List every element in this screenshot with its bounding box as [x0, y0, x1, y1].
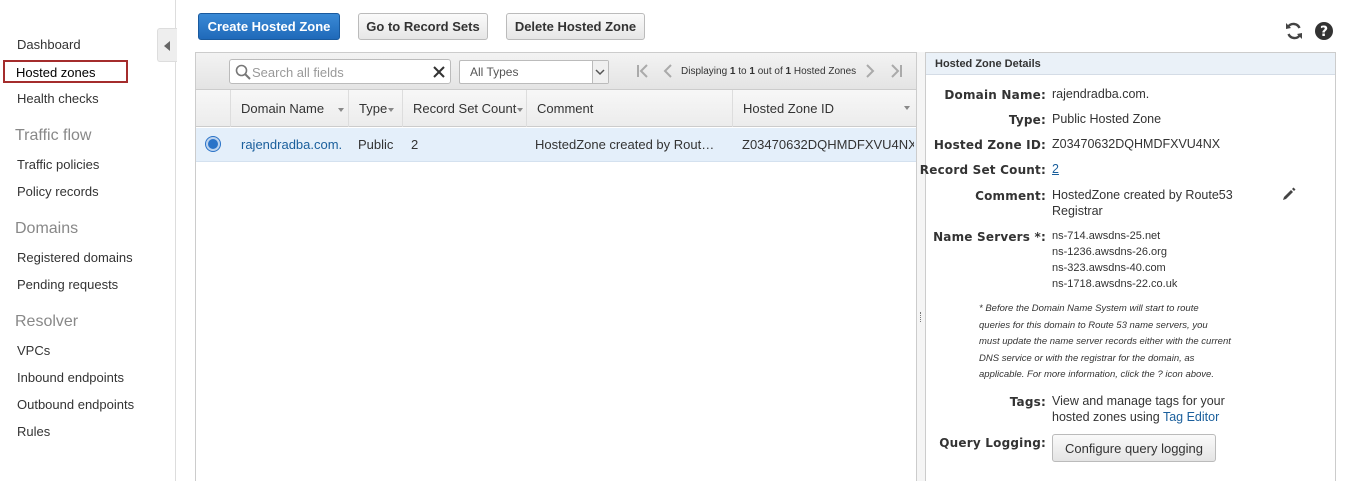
sidebar-item-policy-records[interactable]: Policy records	[17, 184, 99, 199]
sidebar: Dashboard Hosted zones Health checks Tra…	[0, 0, 176, 481]
comment-value-line2: Registrar	[1052, 204, 1103, 218]
sidebar-item-dashboard[interactable]: Dashboard	[17, 37, 81, 52]
create-hosted-zone-button[interactable]: Create Hosted Zone	[198, 13, 340, 40]
sidebar-item-hosted-zones[interactable]: Hosted zones	[3, 60, 128, 83]
grid-toolbar: Search all fields All Types Displaying 1…	[196, 53, 916, 90]
record-set-count-label: Record Set Count:	[919, 163, 1046, 177]
column-header-domain-name[interactable]: Domain Name	[230, 90, 348, 127]
sidebar-item-label: Hosted zones	[16, 65, 96, 80]
sort-caret-icon	[388, 107, 395, 112]
sidebar-item-rules[interactable]: Rules	[17, 424, 50, 439]
note-line: DNS service or with the registrar for th…	[979, 352, 1195, 364]
sidebar-item-pending-requests[interactable]: Pending requests	[17, 277, 118, 292]
tags-text-line2: hosted zones using Tag Editor	[1052, 410, 1219, 424]
previous-page-icon[interactable]	[659, 62, 677, 80]
delete-hosted-zone-button[interactable]: Delete Hosted Zone	[506, 13, 645, 40]
tags-text-line1: View and manage tags for your	[1052, 394, 1225, 408]
search-icon	[235, 64, 251, 80]
column-label: Comment	[537, 101, 594, 116]
details-title: Hosted Zone Details	[926, 53, 1335, 75]
sidebar-collapse-toggle[interactable]	[157, 28, 177, 62]
svg-text:?: ?	[1320, 24, 1328, 40]
column-label: Hosted Zone ID	[743, 101, 835, 116]
first-page-icon[interactable]	[634, 62, 652, 80]
tags-text: hosted zones using	[1052, 410, 1163, 424]
type-filter-select[interactable]: All Types	[459, 60, 609, 84]
note-line: queries for this domain to Route 53 name…	[979, 319, 1208, 331]
chevron-down-icon	[592, 61, 608, 83]
sidebar-item-health-checks[interactable]: Health checks	[17, 91, 99, 106]
query-logging-label: Query Logging:	[939, 436, 1046, 450]
column-header-type[interactable]: Type	[348, 90, 402, 127]
name-server-item: ns-323.awsdns-40.com	[1052, 262, 1166, 274]
tag-editor-link[interactable]: Tag Editor	[1163, 410, 1219, 424]
note-line: * Before the Domain Name System will sta…	[979, 303, 1199, 314]
type-filter-value: All Types	[470, 65, 519, 79]
cell-comment: HostedZone created by Route53 Registrar	[535, 137, 721, 152]
tags-label: Tags:	[1009, 395, 1046, 409]
search-input[interactable]: Search all fields	[229, 59, 451, 84]
pager-prefix: Displaying	[681, 66, 730, 77]
sort-caret-icon	[338, 107, 345, 112]
comment-label: Comment:	[975, 189, 1046, 203]
note-line: must update the name server records eith…	[979, 336, 1231, 347]
search-placeholder: Search all fields	[252, 65, 344, 80]
column-label: Domain Name	[241, 101, 325, 116]
comment-value-line1: HostedZone created by Route53	[1052, 188, 1233, 202]
go-to-record-sets-button[interactable]: Go to Record Sets	[358, 13, 488, 40]
hosted-zone-id-label: Hosted Zone ID:	[933, 138, 1046, 152]
name-server-item: ns-1236.awsdns-26.org	[1052, 246, 1167, 258]
column-header-record-set-count[interactable]: Record Set Count	[402, 90, 526, 127]
type-value: Public Hosted Zone	[1052, 112, 1162, 126]
sidebar-heading-domains: Domains	[15, 220, 79, 237]
sidebar-heading-traffic-flow: Traffic flow	[15, 127, 92, 144]
sort-caret-icon	[517, 107, 524, 112]
sidebar-heading-resolver: Resolver	[15, 313, 79, 330]
name-server-item: ns-1718.awsdns-22.co.uk	[1052, 278, 1178, 290]
type-label: Type:	[1008, 113, 1046, 127]
cell-domain-name[interactable]: rajendradba.com.	[241, 137, 346, 152]
clear-search-icon[interactable]	[433, 66, 445, 78]
pager-mid: out of	[754, 66, 786, 77]
cell-type: Public	[358, 137, 394, 152]
grid-header: Domain Name Type Record Set Count Commen…	[196, 90, 916, 127]
panel-splitter[interactable]	[917, 52, 925, 481]
pencil-icon[interactable]	[1282, 187, 1296, 201]
record-set-count-link[interactable]: 2	[1052, 162, 1059, 176]
sort-caret-icon	[904, 106, 910, 110]
cell-record-set-count: 2	[411, 137, 419, 152]
sidebar-item-outbound-endpoints[interactable]: Outbound endpoints	[17, 397, 134, 412]
sidebar-item-registered-domains[interactable]: Registered domains	[17, 250, 133, 265]
hosted-zone-id-value: Z03470632DQHMDFXVU4NX	[1052, 137, 1221, 151]
configure-query-logging-button[interactable]: Configure query logging	[1052, 434, 1216, 462]
cell-hosted-zone-id: Z03470632DQHMDFXVU4NX	[742, 137, 914, 152]
pager-mid: to	[735, 66, 750, 77]
pager-status: Displaying 1 to 1 out of 1 Hosted Zones	[681, 66, 856, 77]
row-select-radio[interactable]	[206, 137, 220, 151]
sidebar-item-traffic-policies[interactable]: Traffic policies	[17, 157, 99, 172]
hosted-zone-details-panel: Hosted Zone Details Domain Name: rajendr…	[920, 52, 1336, 481]
sidebar-item-vpcs[interactable]: VPCs	[17, 343, 50, 358]
hosted-zones-grid: Search all fields All Types Displaying 1…	[195, 52, 917, 481]
column-header-comment[interactable]: Comment	[526, 90, 732, 127]
domain-name-label: Domain Name:	[944, 88, 1046, 102]
name-server-item: ns-714.awsdns-25.net	[1052, 230, 1161, 242]
domain-name-value: rajendradba.com.	[1052, 87, 1150, 101]
sidebar-item-inbound-endpoints[interactable]: Inbound endpoints	[17, 370, 124, 385]
name-servers-note: * Before the Domain Name System will sta…	[979, 301, 1234, 384]
pager-suffix: Hosted Zones	[791, 66, 857, 77]
name-servers-label: Name Servers *:	[933, 230, 1046, 244]
column-header-hosted-zone-id[interactable]: Hosted Zone ID	[732, 90, 916, 127]
next-page-icon[interactable]	[861, 62, 879, 80]
note-line: applicable. For more information, click …	[979, 369, 1214, 380]
refresh-icon[interactable]	[1284, 21, 1304, 41]
table-row[interactable]: rajendradba.com. Public 2 HostedZone cre…	[196, 128, 916, 162]
last-page-icon[interactable]	[887, 62, 905, 80]
column-label: Record Set Count	[413, 101, 517, 116]
column-label: Type	[359, 101, 388, 116]
help-icon[interactable]: ?	[1314, 21, 1334, 41]
